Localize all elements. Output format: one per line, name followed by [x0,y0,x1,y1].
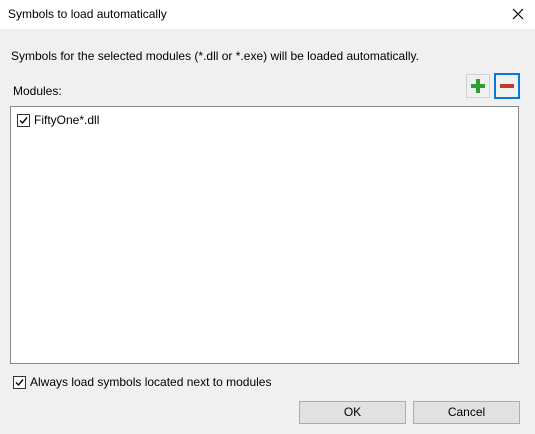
window-title: Symbols to load automatically [8,7,167,21]
module-label: FiftyOne*.dll [34,113,100,127]
close-icon [512,8,524,20]
modules-label: Modules: [13,84,62,98]
modules-list[interactable]: FiftyOne*.dll [10,106,519,364]
remove-module-button[interactable] [494,73,520,99]
minus-icon [500,84,514,88]
ok-button[interactable]: OK [299,401,406,424]
cancel-button[interactable]: Cancel [413,401,520,424]
add-module-button[interactable] [466,74,490,98]
close-button[interactable] [501,0,535,29]
plus-icon [471,79,485,93]
always-load-label: Always load symbols located next to modu… [30,375,272,389]
title-bar: Symbols to load automatically [0,0,535,29]
symbols-dialog: Symbols to load automatically Symbols fo… [0,0,535,434]
checkmark-icon [15,378,24,386]
checkmark-icon [19,116,28,124]
list-item[interactable]: FiftyOne*.dll [17,112,99,128]
description-text: Symbols for the selected modules (*.dll … [11,49,419,63]
always-load-checkbox[interactable] [13,375,26,389]
always-load-option[interactable]: Always load symbols located next to modu… [13,375,271,389]
module-checkbox[interactable] [17,113,30,127]
